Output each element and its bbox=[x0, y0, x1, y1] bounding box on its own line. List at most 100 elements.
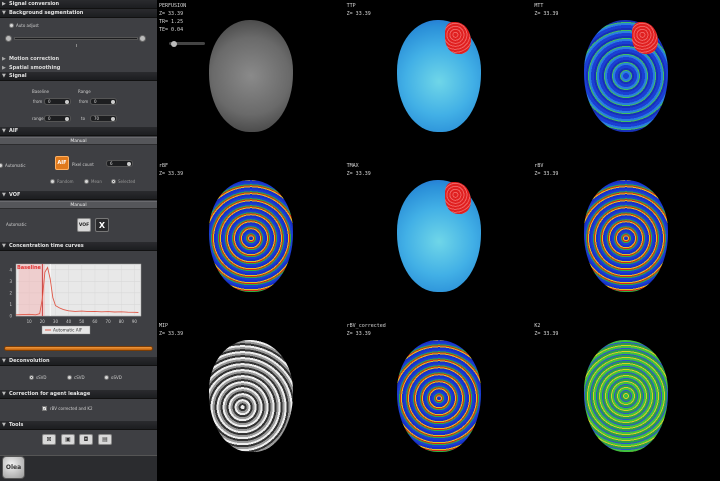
slider-knob-icon[interactable] bbox=[171, 40, 177, 47]
vof-automatic-label: Automatic bbox=[6, 222, 27, 227]
y-tick-label: 0 bbox=[9, 314, 12, 319]
lesion-region bbox=[444, 182, 471, 214]
pixel-count-spinner[interactable]: 6 bbox=[106, 160, 133, 167]
osvd-label: oSVD bbox=[111, 375, 122, 380]
spinner-knob-icon bbox=[111, 99, 115, 104]
expand-triangle-icon[interactable]: ▶ bbox=[2, 56, 9, 62]
map-title: PERFUSION bbox=[159, 3, 187, 9]
aif-manual-header: Manual bbox=[0, 137, 157, 145]
brain-map-image[interactable] bbox=[209, 340, 293, 452]
map-title: rBV_corrected bbox=[346, 323, 386, 329]
report-tool-icon[interactable]: ▤ bbox=[98, 434, 112, 445]
image-viewer[interactable]: PERFUSION Z= 33.39 TR= 1.25 TE= 0.04 TTP Z= 3… bbox=[157, 0, 720, 481]
z-coordinate-label: Z= 33.39 bbox=[159, 11, 184, 17]
deconvolution-osvd-radio[interactable] bbox=[104, 375, 109, 380]
section-label: VOF bbox=[9, 191, 21, 198]
map-title: MIP bbox=[159, 323, 169, 329]
collapse-triangle-icon[interactable]: ▼ bbox=[2, 421, 9, 430]
olea-logo[interactable]: Olea bbox=[2, 456, 25, 479]
map-title: TMAX bbox=[346, 163, 359, 169]
brain-map-image[interactable] bbox=[396, 340, 481, 452]
y-tick-label: 4 bbox=[9, 267, 12, 272]
from-label: from bbox=[33, 99, 43, 104]
baseline-chart-label: Baseline bbox=[17, 265, 42, 271]
aif-mean-radio[interactable] bbox=[84, 179, 89, 184]
lesion-region bbox=[632, 22, 659, 54]
section-background-segmentation[interactable]: ▼ Background segmentation bbox=[0, 9, 157, 18]
range-from-spinner[interactable]: 0 bbox=[90, 98, 117, 105]
section-deconvolution[interactable]: ▼ Deconvolution bbox=[0, 357, 157, 366]
layout-tool-icon[interactable]: ⊠ bbox=[42, 434, 56, 445]
section-agent-leakage[interactable]: ▼ Correction for agent leakage bbox=[0, 390, 157, 399]
aif-random-label: Random bbox=[57, 179, 74, 184]
section-label: Signal bbox=[9, 72, 27, 79]
concentration-time-chart[interactable]: 4321010 20 30 40 50 60 70 80 90BaselineAutomatic… bbox=[0, 254, 157, 344]
range-label: Range bbox=[78, 89, 91, 94]
acquisition-param-label: TR= 1.25 bbox=[159, 19, 184, 25]
x-tick-label: 90 bbox=[132, 319, 138, 324]
section-signal[interactable]: ▼ Signal bbox=[0, 72, 157, 81]
csvd-label: cSVD bbox=[74, 375, 85, 380]
brain-map-image[interactable] bbox=[584, 340, 669, 452]
slider-tick bbox=[76, 44, 77, 47]
map-title: rBF bbox=[159, 163, 169, 169]
window-level-slider[interactable] bbox=[169, 40, 205, 47]
section-concentration-time-curves[interactable]: ▼ Concentration time curves bbox=[0, 242, 157, 251]
ssvd-label: sSVD bbox=[36, 375, 47, 380]
acquisition-param-label: TE= 0.04 bbox=[159, 27, 184, 33]
capture-tool-icon[interactable]: ▣ bbox=[61, 434, 75, 445]
slider-max-knob-icon[interactable] bbox=[139, 35, 146, 42]
deconvolution-ssvd-radio[interactable] bbox=[29, 375, 34, 380]
brain-map-image[interactable] bbox=[209, 20, 293, 132]
time-scrollbar[interactable] bbox=[4, 346, 153, 351]
section-label: Deconvolution bbox=[9, 357, 50, 364]
section-label: Tools bbox=[9, 421, 24, 428]
aif-selected-radio[interactable] bbox=[111, 179, 116, 184]
aif-automatic-radio[interactable] bbox=[0, 163, 3, 168]
y-tick-label: 3 bbox=[9, 279, 12, 284]
collapse-triangle-icon[interactable]: ▼ bbox=[2, 72, 9, 81]
deconvolution-csvd-radio[interactable] bbox=[67, 375, 72, 380]
leakage-checkbox[interactable]: ✓ bbox=[42, 406, 47, 411]
collapse-triangle-icon[interactable]: ▼ bbox=[2, 357, 9, 366]
vof-clear-button[interactable]: X bbox=[95, 218, 109, 232]
range-to-spinner[interactable]: 70 bbox=[90, 115, 117, 122]
vof-button[interactable]: VOF bbox=[77, 218, 91, 232]
x-tick-label: 30 bbox=[53, 319, 59, 324]
auto-adjust-label: Auto adjust bbox=[16, 23, 39, 28]
expand-triangle-icon[interactable]: ▶ bbox=[2, 0, 9, 9]
collapse-triangle-icon[interactable]: ▼ bbox=[2, 9, 9, 18]
x-tick-label: 60 bbox=[92, 319, 98, 324]
map-title: rBV bbox=[534, 163, 544, 169]
aif-automatic-label: Automatic bbox=[5, 163, 26, 168]
baseline-range-spinner[interactable]: 0 bbox=[44, 115, 71, 122]
legend-label: Automatic AIF bbox=[53, 328, 83, 333]
section-vof[interactable]: ▼ VOF bbox=[0, 191, 157, 200]
z-coordinate-label: Z= 33.39 bbox=[534, 11, 559, 17]
collapse-triangle-icon[interactable]: ▼ bbox=[2, 242, 9, 251]
x-tick-label: 50 bbox=[79, 319, 85, 324]
window-tool-icon[interactable]: ◘ bbox=[79, 434, 93, 445]
collapse-triangle-icon[interactable]: ▼ bbox=[2, 191, 9, 200]
baseline-from-spinner[interactable]: 0 bbox=[44, 98, 71, 105]
lesion-region bbox=[444, 22, 471, 54]
map-title: MTT bbox=[534, 3, 544, 9]
z-coordinate-label: Z= 33.39 bbox=[346, 171, 371, 177]
section-motion-correction[interactable]: ▶ Motion correction bbox=[0, 54, 157, 63]
slider-min-knob-icon[interactable] bbox=[5, 35, 12, 42]
section-tools[interactable]: ▼ Tools bbox=[0, 421, 157, 430]
z-coordinate-label: Z= 33.39 bbox=[159, 171, 184, 177]
brain-map-image[interactable] bbox=[584, 180, 669, 292]
section-aif[interactable]: ▼ AIF bbox=[0, 127, 157, 136]
expand-triangle-icon[interactable]: ▶ bbox=[2, 65, 9, 71]
collapse-triangle-icon[interactable]: ▼ bbox=[2, 390, 9, 399]
brain-map-image[interactable] bbox=[209, 180, 293, 292]
logo-text: Olea bbox=[5, 464, 22, 471]
aif-button[interactable]: AIF bbox=[55, 156, 69, 170]
aif-random-radio[interactable] bbox=[50, 179, 55, 184]
x-tick-label: 70 bbox=[106, 319, 112, 324]
collapse-triangle-icon[interactable]: ▼ bbox=[2, 127, 9, 136]
segmentation-slider-track[interactable] bbox=[14, 37, 138, 40]
auto-adjust-radio[interactable] bbox=[9, 23, 14, 28]
baseline-label: Baseline bbox=[32, 89, 49, 94]
